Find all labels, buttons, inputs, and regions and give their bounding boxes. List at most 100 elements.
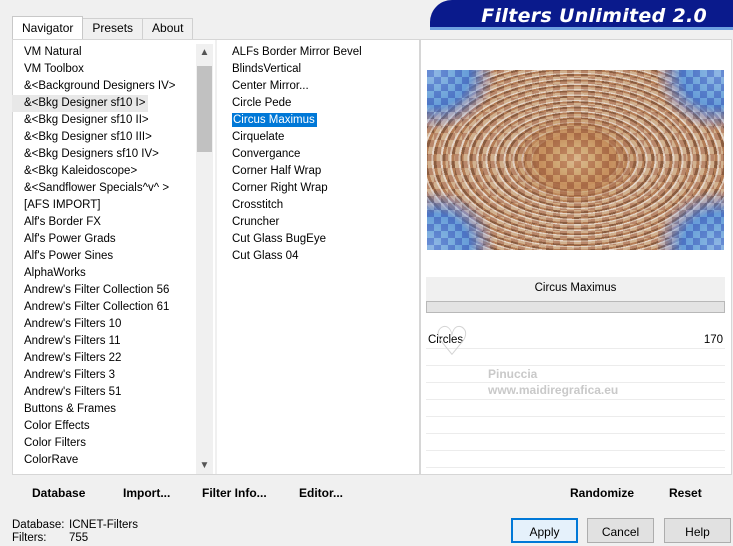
category-item[interactable]: &<Bkg Kaleidoscope>	[12, 163, 196, 180]
category-item[interactable]: VM Toolbox	[12, 61, 196, 78]
category-label: AlphaWorks	[24, 267, 86, 279]
param-row-empty	[426, 417, 725, 434]
filter-item[interactable]: Center Mirror...	[229, 78, 419, 95]
category-label: Andrew's Filters 10	[24, 318, 122, 330]
category-label: [AFS IMPORT]	[24, 199, 101, 211]
control-slider[interactable]	[426, 301, 725, 313]
category-item[interactable]: Andrew's Filter Collection 61	[12, 299, 196, 316]
category-label: &<Sandflower Specials^v^ >	[24, 182, 170, 194]
category-item[interactable]: Andrew's Filters 11	[12, 333, 196, 350]
category-label: Andrew's Filters 22	[24, 352, 122, 364]
list-divider	[215, 40, 217, 474]
title-banner: Filters Unlimited 2.0	[430, 0, 733, 30]
category-item[interactable]: Color Filters	[12, 435, 196, 452]
filter-item[interactable]: ALFs Border Mirror Bevel	[229, 44, 419, 61]
parameter-list: Circles 170	[426, 332, 725, 468]
randomize-button[interactable]: Randomize	[570, 486, 634, 500]
database-button[interactable]: Database	[32, 486, 85, 500]
param-value: 170	[703, 334, 723, 346]
category-label: Andrew's Filters 11	[24, 335, 121, 347]
bottom-toolbar-left: Database Import... Filter Info... Editor…	[12, 477, 420, 504]
category-item[interactable]: Buttons & Frames	[12, 401, 196, 418]
scroll-down-arrow-icon[interactable]: ▼	[196, 457, 213, 474]
filter-item[interactable]: Corner Right Wrap	[229, 180, 419, 197]
category-item[interactable]: ColorRave	[12, 452, 196, 469]
category-item[interactable]: Andrew's Filter Collection 56	[12, 282, 196, 299]
filter-label: Cut Glass 04	[232, 250, 299, 262]
category-label: Alf's Power Grads	[24, 233, 116, 245]
status-area: Database: ICNET-Filters Filters: 755	[12, 519, 138, 545]
filter-label: Circle Pede	[232, 97, 292, 109]
filter-info-button[interactable]: Filter Info...	[202, 486, 267, 500]
category-label: Andrew's Filter Collection 61	[24, 301, 170, 313]
filter-item[interactable]: Cut Glass 04	[229, 248, 419, 265]
reset-button[interactable]: Reset	[669, 486, 702, 500]
category-item[interactable]: Color Effects	[12, 418, 196, 435]
filters-count-label: Filters:	[12, 532, 47, 544]
preview-image	[427, 70, 724, 250]
category-item[interactable]: AlphaWorks	[12, 265, 196, 282]
filter-item[interactable]: BlindsVertical	[229, 61, 419, 78]
category-item[interactable]: &<Bkg Designer sf10 III>	[12, 129, 196, 146]
category-label: VM Toolbox	[24, 63, 84, 75]
category-item[interactable]: Andrew's Filters 3	[12, 367, 196, 384]
category-item[interactable]: Andrew's Filters 22	[12, 350, 196, 367]
category-label: Alf's Border FX	[24, 216, 101, 228]
filter-item[interactable]: Crosstitch	[229, 197, 419, 214]
category-item[interactable]: &<Bkg Designers sf10 IV>	[12, 146, 196, 163]
bottom-toolbar-right: Randomize Reset	[426, 477, 732, 504]
filter-label: Convergance	[232, 148, 301, 160]
import-button[interactable]: Import...	[123, 486, 170, 500]
filter-label: Cruncher	[232, 216, 280, 228]
help-button[interactable]: Help	[664, 518, 731, 543]
category-item[interactable]: VM Natural	[12, 44, 196, 61]
category-item[interactable]: &<Sandflower Specials^v^ >	[12, 180, 196, 197]
filter-item[interactable]: Cut Glass BugEye	[229, 231, 419, 248]
category-scrollbar[interactable]: ▲ ▼	[196, 44, 213, 474]
database-value: ICNET-Filters	[69, 519, 138, 531]
tab-about[interactable]: About	[142, 18, 194, 39]
category-item[interactable]: Andrew's Filters 10	[12, 316, 196, 333]
category-label: Andrew's Filters 51	[24, 386, 122, 398]
filter-list[interactable]: ALFs Border Mirror Bevel BlindsVertical Ce…	[229, 44, 419, 265]
filter-label: Center Mirror...	[232, 80, 309, 92]
category-label: Buttons & Frames	[24, 403, 117, 415]
category-item[interactable]: [AFS IMPORT]	[12, 197, 196, 214]
param-row-empty	[426, 366, 725, 383]
filters-count-value: 755	[69, 532, 89, 544]
category-label: &<Bkg Designers sf10 IV>	[24, 148, 159, 160]
filter-label: Cirquelate	[232, 131, 285, 143]
filter-item[interactable]: Cruncher	[229, 214, 419, 231]
filter-item[interactable]: Convergance	[229, 146, 419, 163]
selected-filter-name: Circus Maximus	[426, 277, 725, 301]
filter-item[interactable]: Circus Maximus	[229, 112, 419, 129]
editor-button[interactable]: Editor...	[299, 486, 343, 500]
filter-item[interactable]: Circle Pede	[229, 95, 419, 112]
filter-item[interactable]: Cirquelate	[229, 129, 419, 146]
filter-label: Corner Half Wrap	[232, 165, 322, 177]
tab-presets[interactable]: Presets	[82, 18, 144, 39]
category-item[interactable]: Alf's Border FX	[12, 214, 196, 231]
category-item[interactable]: &<Bkg Designer sf10 I>	[12, 95, 196, 112]
category-label: ColorRave	[24, 454, 79, 466]
scroll-thumb[interactable]	[197, 66, 212, 152]
category-list[interactable]: VM Natural VM Toolbox &<Background Designe…	[12, 44, 196, 474]
param-row-empty	[426, 383, 725, 400]
category-item[interactable]: Alf's Power Grads	[12, 231, 196, 248]
database-label: Database:	[12, 519, 65, 531]
param-row-circles[interactable]: Circles 170	[426, 332, 725, 349]
category-item[interactable]: Andrew's Filters 51	[12, 384, 196, 401]
scroll-up-arrow-icon[interactable]: ▲	[196, 44, 213, 61]
filter-label: Crosstitch	[232, 199, 284, 211]
category-label: &<Bkg Designer sf10 III>	[24, 131, 152, 143]
tab-navigator[interactable]: Navigator	[12, 16, 84, 39]
filter-item[interactable]: Corner Half Wrap	[229, 163, 419, 180]
category-item[interactable]: Alf's Power Sines	[12, 248, 196, 265]
category-label: &<Background Designers IV>	[24, 80, 176, 92]
category-item[interactable]: &<Bkg Designer sf10 II>	[12, 112, 196, 129]
filter-label: Corner Right Wrap	[232, 182, 328, 194]
apply-button[interactable]: Apply	[511, 518, 578, 543]
cancel-button[interactable]: Cancel	[587, 518, 654, 543]
category-item[interactable]: &<Background Designers IV>	[12, 78, 196, 95]
app-title: Filters Unlimited 2.0	[481, 5, 707, 27]
